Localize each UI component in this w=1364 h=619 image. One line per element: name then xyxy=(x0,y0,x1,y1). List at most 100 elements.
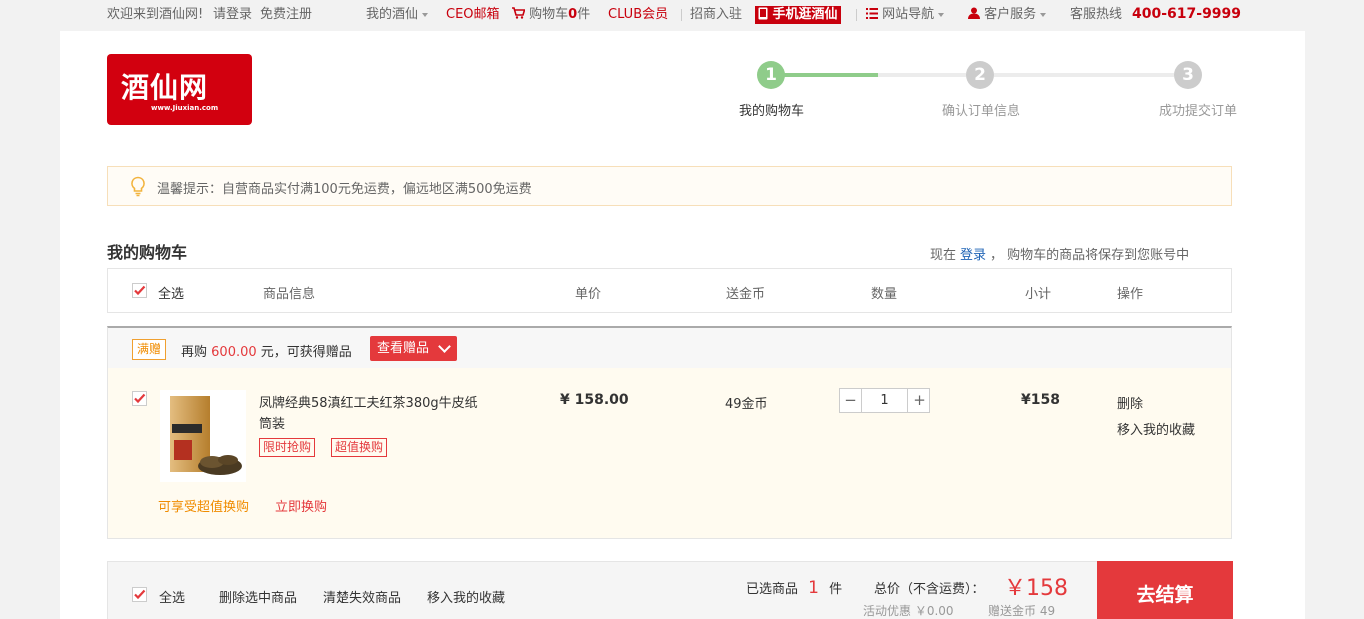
product-thumbnail[interactable] xyxy=(160,390,246,482)
selected-count: 1 xyxy=(808,578,819,598)
quantity-stepper: − 1 + xyxy=(839,388,930,413)
step-3-label: 成功提交订单 xyxy=(1159,104,1238,119)
mobile-link[interactable]: 手机逛酒仙 xyxy=(755,6,841,24)
tag-exchange: 超值换购 xyxy=(331,438,388,457)
view-gifts-button[interactable]: 查看赠品 xyxy=(370,336,457,361)
progress-line-active xyxy=(784,73,878,77)
col-unit-price: 单价 xyxy=(575,287,602,302)
my-jiuxian-menu[interactable]: 我的酒仙 xyxy=(366,7,429,23)
selected-prefix: 已选商品 xyxy=(746,582,799,597)
step-2-label: 确认订单信息 xyxy=(942,104,1021,119)
divider xyxy=(681,9,682,21)
tea-package-image xyxy=(170,396,242,475)
col-coins: 送金币 xyxy=(726,287,766,302)
tag-flash-sale: 限时抢购 xyxy=(259,438,316,457)
top-bar: 欢迎来到酒仙网! 请登录 免费注册 我的酒仙 CEO邮箱 购物车0件 CLUB会… xyxy=(0,0,1364,31)
promo-suffix: 元，可获得赠品 xyxy=(260,345,352,360)
discount-text: 活动优惠 ￥0.00 xyxy=(863,604,954,618)
unit-price: ¥ 158.00 xyxy=(560,392,629,408)
delete-selected-link[interactable]: 删除选中商品 xyxy=(219,587,297,606)
club-link[interactable]: CLUB会员 xyxy=(608,7,668,23)
checkout-button[interactable]: 去结算 xyxy=(1097,561,1233,619)
move-to-favorites-link[interactable]: 移入我的收藏 xyxy=(1117,419,1195,438)
footer-select-all-label[interactable]: 全选 xyxy=(159,587,185,606)
col-product-info: 商品信息 xyxy=(263,287,316,302)
exchange-now-link[interactable]: 立即换购 xyxy=(275,496,327,515)
register-link[interactable]: 免费注册 xyxy=(260,7,312,23)
merchant-link[interactable]: 招商入驻 xyxy=(690,7,742,23)
divider xyxy=(856,9,857,21)
step-2-circle: 2 xyxy=(966,61,994,89)
step-1-circle: 1 xyxy=(757,61,785,89)
chevron-down-icon xyxy=(1040,12,1047,17)
welcome-text: 欢迎来到酒仙网! xyxy=(107,7,204,22)
decrease-button[interactable]: − xyxy=(840,389,861,412)
cart-table-header: 全选 商品信息 单价 送金币 数量 小计 操作 xyxy=(107,268,1232,313)
exchange-hint: 可享受超值换购 xyxy=(158,500,250,515)
increase-button[interactable]: + xyxy=(909,389,930,412)
item-checkbox[interactable] xyxy=(132,391,147,406)
col-actions: 操作 xyxy=(1117,287,1144,302)
shipping-tip: 温馨提示：自营商品实付满100元免运费，偏远地区满500免运费 xyxy=(107,166,1232,206)
promo-prefix: 再购 xyxy=(181,345,208,360)
selected-unit: 件 xyxy=(829,582,843,597)
cart-count: 0 xyxy=(568,7,578,22)
login-link[interactable]: 请登录 xyxy=(213,7,252,23)
select-all-label: 全选 xyxy=(158,287,185,302)
cart-unit: 件 xyxy=(577,7,591,22)
hotline-number: 400-617-9999 xyxy=(1132,6,1242,22)
user-icon xyxy=(968,7,980,19)
login-hint-link[interactable]: 登录 xyxy=(960,248,986,263)
hotline-label: 客服热线 xyxy=(1070,7,1123,22)
phone-icon xyxy=(758,7,768,20)
footer-select-all-checkbox[interactable] xyxy=(132,587,147,602)
service-label: 客户服务 xyxy=(984,7,1037,22)
footer-move-favorites-link[interactable]: 移入我的收藏 xyxy=(427,587,505,606)
login-hint-suffix: ， 购物车的商品将保存到您账号中 xyxy=(990,248,1190,263)
site-nav-menu[interactable]: 网站导航 xyxy=(866,7,945,23)
chevron-down-icon xyxy=(438,340,451,353)
item-subtotal: ¥158 xyxy=(1021,392,1060,408)
product-name-line1[interactable]: 凤牌经典58滇红工夫红茶380g牛皮纸 xyxy=(259,392,478,411)
progress-line xyxy=(878,73,966,77)
my-jiuxian-label: 我的酒仙 xyxy=(366,7,419,22)
ceo-mail-link[interactable]: CEO邮箱 xyxy=(446,7,500,23)
logo-text: 酒仙网 xyxy=(121,71,209,104)
site-nav-label: 网站导航 xyxy=(882,7,935,22)
promo-text: 再购 600.00 元，可获得赠品 xyxy=(181,341,352,360)
selected-count-text: 已选商品 1 件 xyxy=(746,578,842,598)
list-icon xyxy=(866,8,878,19)
total-label: 总价（不含运费）： xyxy=(874,582,985,597)
clear-invalid-link[interactable]: 清楚失效商品 xyxy=(323,587,401,606)
cart-label: 购物车 xyxy=(529,7,569,22)
delete-item-link[interactable]: 删除 xyxy=(1117,393,1143,412)
progress-line xyxy=(994,73,1174,77)
col-subtotal: 小计 xyxy=(1025,287,1052,302)
total-price: ￥158 xyxy=(1004,576,1068,601)
view-gifts-label: 查看赠品 xyxy=(377,341,430,356)
checkout-bar: 全选 删除选中商品 清楚失效商品 移入我的收藏 已选商品 1 件 总价（不含运费… xyxy=(107,561,1233,619)
mobile-label: 手机逛酒仙 xyxy=(772,7,838,22)
cart-icon xyxy=(512,7,526,19)
cart-item-row: 凤牌经典58滇红工夫红茶380g牛皮纸 筒装 限时抢购 超值换购 ¥ 158.0… xyxy=(107,368,1232,539)
promo-amount: 600.00 xyxy=(211,345,257,360)
quantity-input[interactable]: 1 xyxy=(861,389,908,412)
service-menu[interactable]: 客户服务 xyxy=(968,7,1047,23)
login-hint: 现在 登录 ， 购物车的商品将保存到您账号中 xyxy=(930,244,1189,263)
step-1-label: 我的购物车 xyxy=(739,104,805,119)
col-quantity: 数量 xyxy=(871,287,898,302)
chevron-down-icon xyxy=(422,12,429,17)
site-logo[interactable]: 酒仙网 www.Jiuxian.com xyxy=(107,54,252,125)
chevron-down-icon xyxy=(938,12,945,17)
cart-title: 我的购物车 xyxy=(107,243,188,262)
cart-link[interactable]: 购物车0件 xyxy=(512,7,590,23)
product-name-line2[interactable]: 筒装 xyxy=(259,413,285,432)
tip-text: 温馨提示：自营商品实付满100元免运费，偏远地区满500免运费 xyxy=(157,182,532,197)
select-all-checkbox[interactable] xyxy=(132,283,147,298)
step-3-circle: 3 xyxy=(1174,61,1202,89)
item-coins: 49金币 xyxy=(725,397,768,412)
lightbulb-icon xyxy=(131,176,145,197)
logo-domain: www.Jiuxian.com xyxy=(151,104,219,112)
gift-badge: 满赠 xyxy=(132,339,167,360)
gift-coins-text: 赠送金币 49 xyxy=(988,604,1056,618)
